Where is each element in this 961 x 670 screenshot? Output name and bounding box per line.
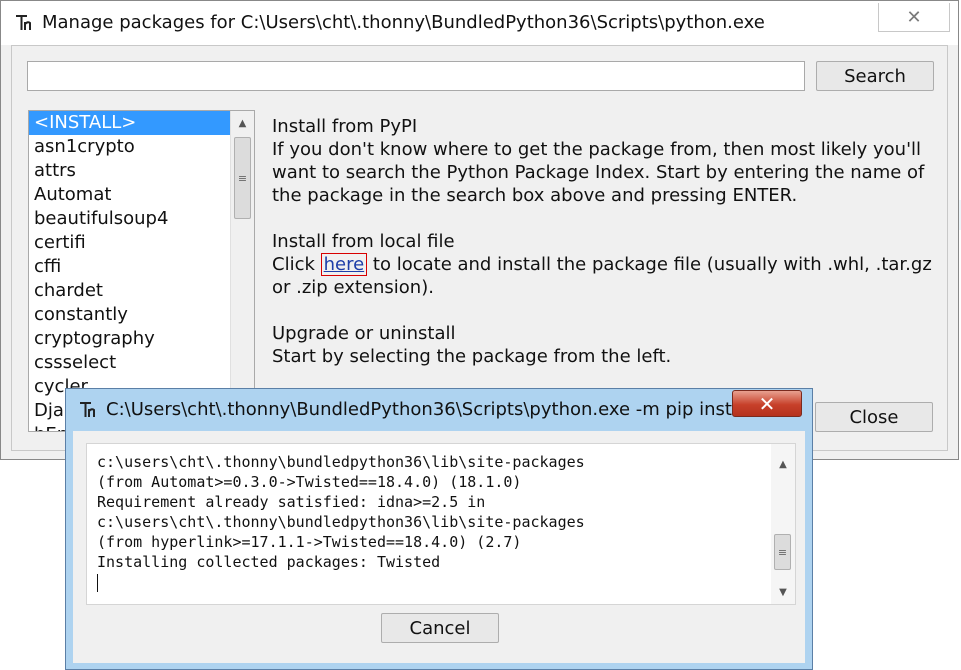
local-text-after: to locate and install the package file (…: [272, 254, 932, 298]
console-line: (from hyperlink>=17.1.1->Twisted==18.4.0…: [97, 533, 522, 551]
search-input[interactable]: [27, 61, 805, 91]
close-button[interactable]: Close: [815, 402, 933, 432]
package-list-item[interactable]: Automat: [29, 183, 230, 207]
console-scrollbar[interactable]: ▲ ≡ ▼: [771, 444, 795, 604]
local-text-before: Click: [272, 254, 321, 275]
console-line: (from Automat>=0.3.0->Twisted==18.4.0) (…: [97, 473, 522, 491]
upgrade-heading: Upgrade or uninstall: [272, 323, 456, 344]
package-list-item[interactable]: cssselect: [29, 351, 230, 375]
package-list-item[interactable]: cffi: [29, 255, 230, 279]
package-list-item[interactable]: beautifulsoup4: [29, 207, 230, 231]
scroll-up-icon[interactable]: ▲: [771, 452, 795, 476]
scroll-thumb[interactable]: ≡: [774, 534, 791, 570]
console-line: Requirement already satisfied: idna>=2.5…: [97, 493, 486, 511]
package-list-item[interactable]: asn1crypto: [29, 135, 230, 159]
package-list-item[interactable]: constantly: [29, 303, 230, 327]
upgrade-section: Upgrade or uninstall Start by selecting …: [272, 322, 932, 368]
package-list-item[interactable]: attrs: [29, 159, 230, 183]
here-link[interactable]: here: [320, 253, 368, 276]
scroll-down-icon[interactable]: ▼: [771, 580, 795, 604]
title-bar: Manage packages for C:\Users\cht\.thonny…: [1, 1, 958, 45]
package-list-scrollbar[interactable]: ▲ ≡: [230, 111, 254, 431]
grip-icon: ≡: [777, 545, 788, 559]
package-list-item[interactable]: cryptography: [29, 327, 230, 351]
search-button[interactable]: Search: [816, 61, 934, 91]
local-file-section: Install from local file Click here to lo…: [272, 230, 932, 299]
scroll-thumb[interactable]: ≡: [234, 137, 251, 219]
pypi-text: If you don't know where to get the packa…: [272, 139, 925, 206]
grip-icon: ≡: [237, 171, 248, 185]
dialog-title: C:\Users\cht\.thonny\BundledPython36\Scr…: [106, 399, 761, 420]
package-list-item[interactable]: chardet: [29, 279, 230, 303]
window-title: Manage packages for C:\Users\cht\.thonny…: [42, 12, 765, 33]
package-list-item[interactable]: <INSTALL>: [29, 111, 230, 135]
window-close-button[interactable]: ✕: [878, 3, 950, 32]
thonny-icon: [78, 400, 98, 420]
pip-install-dialog: C:\Users\cht\.thonny\BundledPython36\Scr…: [65, 388, 813, 670]
dialog-body: c:\users\cht\.thonny\bundledpython36\lib…: [73, 431, 805, 663]
package-list-item[interactable]: certifi: [29, 231, 230, 255]
package-list-items: <INSTALL> asn1crypto attrs Automat beautiful…: [29, 111, 230, 431]
console-lines: c:\users\cht\.thonny\bundledpython36\lib…: [97, 452, 757, 592]
cancel-button[interactable]: Cancel: [381, 613, 499, 643]
console-line: c:\users\cht\.thonny\bundledpython36\lib…: [97, 513, 585, 531]
console-cursor: [97, 572, 757, 592]
dialog-close-button[interactable]: ✕: [732, 390, 802, 417]
thonny-icon: [14, 13, 34, 33]
close-icon: ✕: [906, 6, 922, 28]
upgrade-text: Start by selecting the package from the …: [272, 346, 672, 367]
pypi-section: Install from PyPI If you don't know wher…: [272, 115, 932, 207]
info-panel: Install from PyPI If you don't know wher…: [272, 115, 932, 391]
package-list[interactable]: <INSTALL> asn1crypto attrs Automat beautiful…: [28, 110, 255, 432]
pypi-heading: Install from PyPI: [272, 116, 418, 137]
pip-output-console[interactable]: c:\users\cht\.thonny\bundledpython36\lib…: [86, 443, 796, 605]
scroll-up-icon[interactable]: ▲: [231, 111, 254, 135]
console-line: c:\users\cht\.thonny\bundledpython36\lib…: [97, 453, 585, 471]
close-icon: ✕: [758, 391, 776, 416]
console-line: Installing collected packages: Twisted: [97, 553, 441, 571]
local-file-heading: Install from local file: [272, 231, 455, 252]
dialog-title-bar: C:\Users\cht\.thonny\BundledPython36\Scr…: [66, 389, 812, 429]
local-file-text: Click here to locate and install the pac…: [272, 253, 932, 299]
